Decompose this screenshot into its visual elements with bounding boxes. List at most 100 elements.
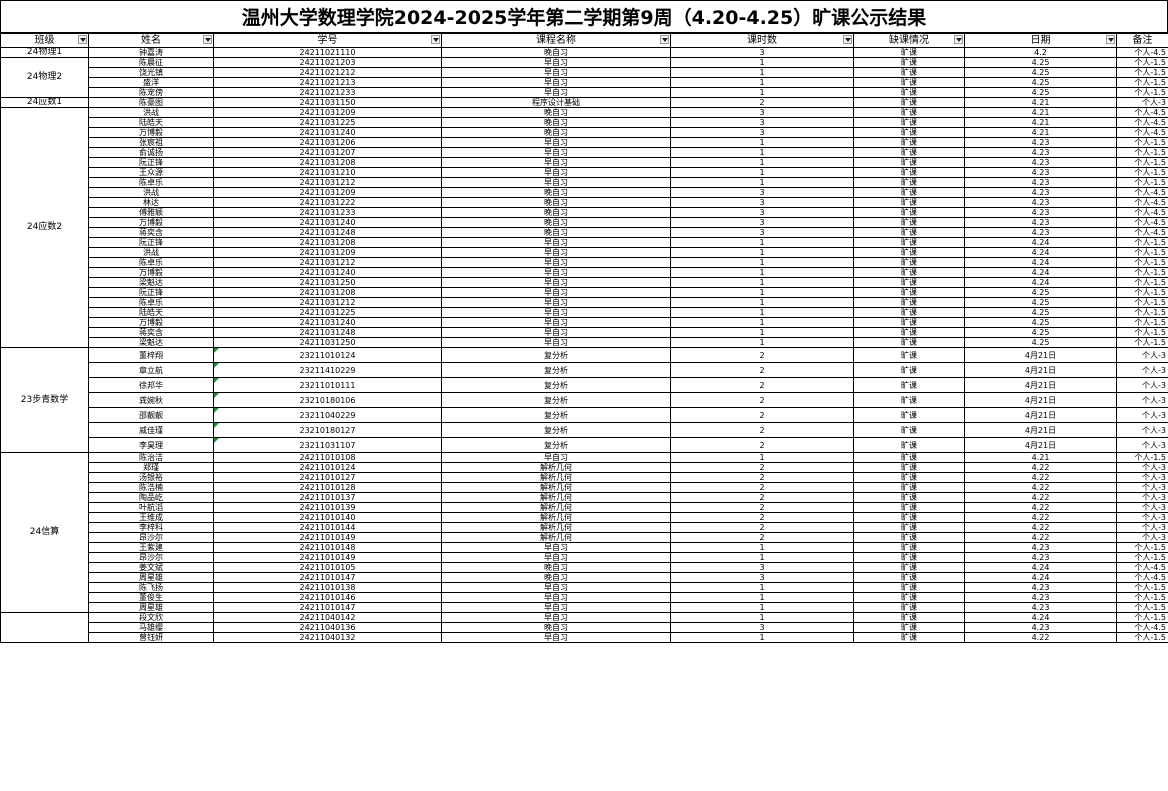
status-cell[interactable]: 旷课	[853, 77, 965, 88]
filter-dropdown-icon[interactable]	[954, 35, 963, 44]
status-cell[interactable]: 旷课	[853, 97, 965, 108]
course-cell[interactable]: 复分析	[441, 407, 671, 423]
student-id-cell[interactable]: 24211010147	[213, 572, 442, 583]
hours-cell[interactable]: 1	[670, 307, 854, 318]
hours-cell[interactable]: 3	[670, 227, 854, 238]
course-cell[interactable]: 早自习	[441, 67, 671, 78]
status-cell[interactable]: 旷课	[853, 602, 965, 613]
hours-cell[interactable]: 3	[670, 562, 854, 573]
date-cell[interactable]: 4.25	[964, 87, 1117, 98]
course-cell[interactable]: 早自习	[441, 317, 671, 328]
date-cell[interactable]: 4.24	[964, 572, 1117, 583]
hours-cell[interactable]: 1	[670, 177, 854, 188]
status-cell[interactable]: 旷课	[853, 297, 965, 308]
course-cell[interactable]: 解析几何	[441, 512, 671, 523]
note-cell[interactable]: 个人-3	[1116, 407, 1168, 423]
course-cell[interactable]: 晚自习	[441, 187, 671, 198]
name-cell[interactable]: 王众源	[88, 167, 214, 178]
note-cell[interactable]: 个人-3	[1116, 377, 1168, 393]
course-cell[interactable]: 早自习	[441, 632, 671, 643]
name-cell[interactable]: 张宸祖	[88, 137, 214, 148]
name-cell[interactable]: 陈治洁	[88, 452, 214, 463]
student-id-cell[interactable]: 24211021233	[213, 87, 442, 98]
filter-dropdown-icon[interactable]	[431, 35, 440, 44]
name-cell[interactable]: 昂沙尔	[88, 532, 214, 543]
status-cell[interactable]: 旷课	[853, 227, 965, 238]
course-cell[interactable]: 早自习	[441, 552, 671, 563]
date-cell[interactable]: 4.21	[964, 107, 1117, 118]
date-cell[interactable]: 4.2	[964, 47, 1117, 58]
date-cell[interactable]: 4.22	[964, 512, 1117, 523]
date-cell[interactable]: 4.25	[964, 317, 1117, 328]
course-cell[interactable]: 复分析	[441, 377, 671, 393]
course-cell[interactable]: 解析几何	[441, 502, 671, 513]
date-cell[interactable]: 4月21日	[964, 362, 1117, 378]
date-cell[interactable]: 4.23	[964, 137, 1117, 148]
status-cell[interactable]: 旷课	[853, 392, 965, 408]
student-id-cell[interactable]: 24211010124	[213, 462, 442, 473]
student-id-cell[interactable]: 24211010144	[213, 522, 442, 533]
date-cell[interactable]: 4.24	[964, 612, 1117, 623]
date-cell[interactable]: 4.22	[964, 462, 1117, 473]
status-cell[interactable]: 旷课	[853, 157, 965, 168]
student-id-cell[interactable]: 24211031225	[213, 307, 442, 318]
note-cell[interactable]: 个人-4.5	[1116, 207, 1168, 218]
filter-dropdown-icon[interactable]	[78, 35, 87, 44]
col-header-date[interactable]: 日期	[964, 33, 1117, 48]
date-cell[interactable]: 4.25	[964, 327, 1117, 338]
name-cell[interactable]: 梁魁达	[88, 277, 214, 288]
course-cell[interactable]: 解析几何	[441, 472, 671, 483]
filter-dropdown-icon[interactable]	[203, 35, 212, 44]
status-cell[interactable]: 旷课	[853, 522, 965, 533]
col-header-course[interactable]: 课程名称	[441, 33, 671, 48]
hours-cell[interactable]: 1	[670, 297, 854, 308]
student-id-cell[interactable]: 24211010108	[213, 452, 442, 463]
date-cell[interactable]: 4.23	[964, 227, 1117, 238]
name-cell[interactable]: 陈卓乐	[88, 177, 214, 188]
name-cell[interactable]: 陈卓乐	[88, 257, 214, 268]
name-cell[interactable]: 汤银裕	[88, 472, 214, 483]
hours-cell[interactable]: 3	[670, 217, 854, 228]
course-cell[interactable]: 早自习	[441, 177, 671, 188]
date-cell[interactable]: 4.22	[964, 502, 1117, 513]
note-cell[interactable]: 个人-3	[1116, 512, 1168, 523]
status-cell[interactable]: 旷课	[853, 137, 965, 148]
filter-dropdown-icon[interactable]	[843, 35, 852, 44]
status-cell[interactable]: 旷课	[853, 307, 965, 318]
hours-cell[interactable]: 1	[670, 247, 854, 258]
date-cell[interactable]: 4月21日	[964, 392, 1117, 408]
name-cell[interactable]: 阮正锋	[88, 237, 214, 248]
note-cell[interactable]: 个人-3	[1116, 97, 1168, 108]
course-cell[interactable]: 早自习	[441, 612, 671, 623]
note-cell[interactable]: 个人-3	[1116, 437, 1168, 453]
class-cell[interactable]: 24应数1	[0, 97, 89, 108]
class-cell[interactable]: 24物理2	[0, 57, 89, 98]
course-cell[interactable]: 早自习	[441, 257, 671, 268]
name-cell[interactable]: 章立航	[88, 362, 214, 378]
student-id-cell[interactable]: 24211031225	[213, 117, 442, 128]
student-id-cell[interactable]: 24211031240	[213, 127, 442, 138]
course-cell[interactable]: 复分析	[441, 362, 671, 378]
date-cell[interactable]: 4.21	[964, 117, 1117, 128]
note-cell[interactable]: 个人-1.5	[1116, 87, 1168, 98]
hours-cell[interactable]: 2	[670, 512, 854, 523]
course-cell[interactable]: 早自习	[441, 167, 671, 178]
note-cell[interactable]: 个人-1.5	[1116, 337, 1168, 348]
course-cell[interactable]: 早自习	[441, 307, 671, 318]
date-cell[interactable]: 4.25	[964, 307, 1117, 318]
student-id-cell[interactable]: 24211040132	[213, 632, 442, 643]
name-cell[interactable]: 邵靓靓	[88, 407, 214, 423]
date-cell[interactable]: 4.23	[964, 217, 1117, 228]
course-cell[interactable]: 解析几何	[441, 482, 671, 493]
status-cell[interactable]: 旷课	[853, 147, 965, 158]
note-cell[interactable]: 个人-4.5	[1116, 187, 1168, 198]
name-cell[interactable]: 万博毅	[88, 267, 214, 278]
name-cell[interactable]: 陈飞扬	[88, 582, 214, 593]
date-cell[interactable]: 4.24	[964, 237, 1117, 248]
date-cell[interactable]: 4.23	[964, 552, 1117, 563]
student-id-cell[interactable]: 24211010140	[213, 512, 442, 523]
hours-cell[interactable]: 1	[670, 317, 854, 328]
student-id-cell[interactable]: 24211031250	[213, 337, 442, 348]
student-id-cell[interactable]: 24211010149	[213, 552, 442, 563]
name-cell[interactable]: 俞诚扬	[88, 147, 214, 158]
